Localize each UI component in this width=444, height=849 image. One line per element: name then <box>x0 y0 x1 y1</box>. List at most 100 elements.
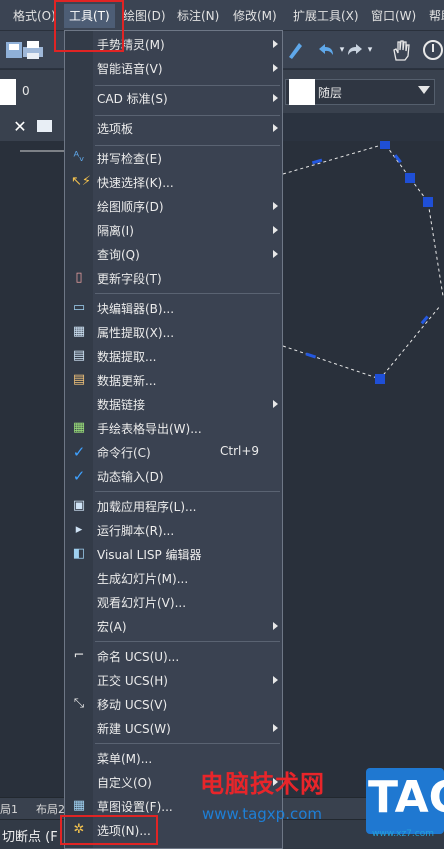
menu-item[interactable]: 隔离(I) <box>65 219 282 241</box>
update-field-icon: ▯ <box>75 270 83 285</box>
submenu-arrow-icon <box>273 40 278 48</box>
drafting-settings-icon: ▦ <box>72 798 86 813</box>
menu-item-label: 更新字段(T) <box>97 272 162 286</box>
undo-icon[interactable] <box>314 37 338 63</box>
linetype-color-swatch <box>289 79 315 105</box>
submenu-arrow-icon <box>273 226 278 234</box>
menu-item[interactable]: ✓ 动态输入(D) <box>65 465 282 487</box>
menubar-item[interactable]: 扩展工具(X) <box>288 4 364 28</box>
submenu-arrow-icon <box>273 124 278 132</box>
vertex-grip[interactable] <box>375 374 385 384</box>
run-script-icon: ▸ <box>75 522 83 537</box>
menu-item[interactable]: 宏(A) <box>65 615 282 637</box>
submenu-arrow-icon <box>273 676 278 684</box>
menu-item-label: 数据提取... <box>97 350 157 364</box>
checkmark-icon: ✓ <box>72 467 86 485</box>
named-ucs-icon: ⌐ <box>73 648 85 663</box>
layout-tab[interactable]: 局1 <box>0 801 18 817</box>
menu-item[interactable]: ▤ 数据提取... <box>65 345 282 367</box>
menu-item[interactable]: ▸ 运行脚本(R)... <box>65 519 282 541</box>
close-icon[interactable]: ✕ <box>10 117 30 137</box>
submenu-arrow-icon <box>273 94 278 102</box>
match-properties-icon[interactable] <box>282 37 308 63</box>
tools-menu-dropdown: 手势精灵(M) 智能语音(V) CAD 标准(S) 选项板 ᴬᵥ 拼写检查(E) ↖⚡ 快速选… <box>64 30 283 849</box>
menu-item[interactable]: 生成幻灯片(M)... <box>65 567 282 589</box>
menu-item[interactable]: 新建 UCS(W) <box>65 717 282 739</box>
menu-item[interactable]: ▦ 属性提取(X)... <box>65 321 282 343</box>
menu-item[interactable]: ▤ 数据更新... <box>65 369 282 391</box>
vertex-grip[interactable] <box>423 197 433 207</box>
menu-separator <box>95 641 280 642</box>
redo-icon[interactable] <box>346 37 366 63</box>
chevron-down-icon[interactable] <box>418 86 430 94</box>
command-line-text: 切断点 (F <box>2 830 58 845</box>
midpoint-grip[interactable] <box>420 315 429 325</box>
menu-item[interactable]: 绘图顺序(D) <box>65 195 282 217</box>
menu-item[interactable]: ⤡ 移动 UCS(V) <box>65 693 282 715</box>
menu-item-label: 动态输入(D) <box>97 470 164 484</box>
menu-item-label: 加载应用程序(L)... <box>97 500 197 514</box>
menu-item-label: 手绘表格导出(W)... <box>97 422 202 436</box>
menu-item-shortcut: Ctrl+9 <box>220 444 260 458</box>
submenu-arrow-icon <box>273 202 278 210</box>
menubar-item[interactable]: 窗口(W) <box>366 4 421 28</box>
menu-item-label: 观看幻灯片(V)... <box>97 596 187 610</box>
menu-item-label: 隔离(I) <box>97 224 134 238</box>
midpoint-grip[interactable] <box>311 158 323 165</box>
redo-dropdown-icon[interactable]: ▾ <box>364 37 376 63</box>
menu-item[interactable]: ▭ 块编辑器(B)... <box>65 297 282 319</box>
quick-select-icon: ↖⚡ <box>71 174 92 189</box>
pan-hand-icon[interactable] <box>388 37 414 63</box>
menu-item[interactable]: 查询(Q) <box>65 243 282 265</box>
watermark-logo: TAG <box>366 768 444 834</box>
vertex-grip[interactable] <box>405 173 415 183</box>
layer-value: 0 <box>22 84 30 98</box>
menu-item[interactable]: ᴬᵥ 拼写检查(E) <box>65 147 282 169</box>
menu-item[interactable]: 正交 UCS(H) <box>65 669 282 691</box>
menu-item[interactable]: ▣ 加载应用程序(L)... <box>65 495 282 517</box>
menu-item-label: 数据链接 <box>97 398 146 412</box>
menu-item[interactable]: 智能语音(V) <box>65 57 282 79</box>
menubar-item[interactable]: 帮助 <box>424 4 444 28</box>
menu-item-label: 宏(A) <box>97 620 127 634</box>
lisp-editor-icon: ◧ <box>72 546 86 561</box>
new-tab-icon[interactable] <box>37 120 52 132</box>
menu-item-label: 生成幻灯片(M)... <box>97 572 189 586</box>
menu-item[interactable]: ↖⚡ 快速选择(K)... <box>65 171 282 193</box>
menu-item-label: 菜单(M)... <box>97 752 153 766</box>
data-update-icon: ▤ <box>72 372 86 387</box>
zoom-realtime-icon[interactable] <box>420 37 444 63</box>
menubar-item[interactable]: 格式(O) <box>8 4 61 28</box>
menubar-item[interactable]: 标注(N) <box>172 4 224 28</box>
submenu-arrow-icon <box>273 64 278 72</box>
menu-item[interactable]: ⌐ 命名 UCS(U)... <box>65 645 282 667</box>
attribute-extract-icon: ▦ <box>72 324 86 339</box>
menu-item-label: 草图设置(F)... <box>97 800 173 814</box>
layer-color-swatch <box>0 79 16 105</box>
submenu-arrow-icon <box>273 400 278 408</box>
menu-item[interactable]: ◧ Visual LISP 编辑器 <box>65 543 282 565</box>
menu-item-label: 智能语音(V) <box>97 62 163 76</box>
menu-item-label: 正交 UCS(H) <box>97 674 168 688</box>
watermark-small-url: www.xz7.com <box>372 829 434 839</box>
print-icon[interactable] <box>20 37 46 63</box>
menu-item[interactable]: CAD 标准(S) <box>65 87 282 109</box>
menu-item-label: 快速选择(K)... <box>97 176 174 190</box>
midpoint-grip[interactable] <box>305 352 317 359</box>
menu-item[interactable]: 数据链接 <box>65 393 282 415</box>
vertex-grip[interactable] <box>380 141 390 149</box>
watermark-url: www.tagxp.com <box>202 805 322 823</box>
menubar-item[interactable]: 修改(M) <box>228 4 282 28</box>
menu-item[interactable]: 选项板 <box>65 117 282 139</box>
menubar-item[interactable]: 绘图(D) <box>118 4 171 28</box>
menu-item[interactable]: ✓ 命令行(C) Ctrl+9 <box>65 441 282 463</box>
menu-item-label: 查询(Q) <box>97 248 140 262</box>
menu-item[interactable]: ▯ 更新字段(T) <box>65 267 282 289</box>
polyline-upper <box>282 143 444 297</box>
submenu-arrow-icon <box>273 250 278 258</box>
menu-separator <box>95 115 280 116</box>
submenu-arrow-icon <box>273 724 278 732</box>
menu-item[interactable]: 观看幻灯片(V)... <box>65 591 282 613</box>
menu-item[interactable]: ▦ 手绘表格导出(W)... <box>65 417 282 439</box>
document-tab-strip: ✕ <box>0 113 65 141</box>
